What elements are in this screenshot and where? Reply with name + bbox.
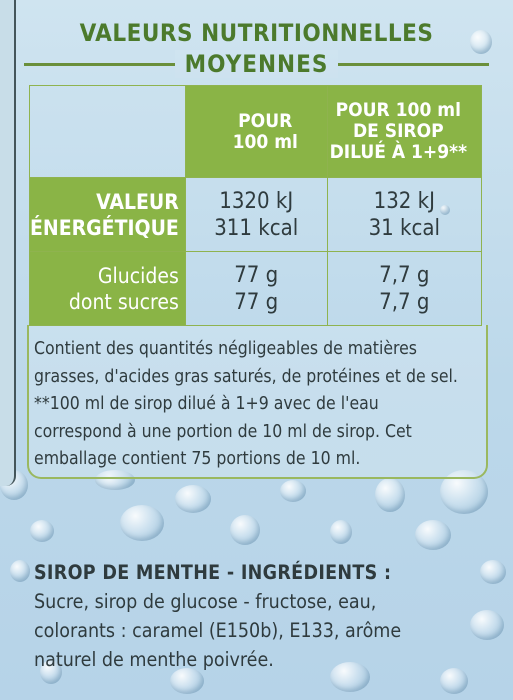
note-line: **100 ml de sirop dilué à 1+9 avec de l'… <box>34 394 379 414</box>
ingredients-line: Sucre, sirop de glucose - fructose, eau, <box>34 590 377 613</box>
cell-energy-100ml: 1320 kJ 311 kcal <box>184 177 328 252</box>
nutrition-notes: Contient des quantités négligeables de m… <box>34 336 482 474</box>
subtitle-row: MOYENNES <box>24 50 489 80</box>
note-line: emballage contient 75 portions de 10 ml. <box>34 449 361 469</box>
row-label-sugars: Glucides dont sucres <box>29 251 186 326</box>
note-line: Contient des quantités négligeables de m… <box>34 339 417 359</box>
note-line: correspond à une portion de 10 ml de sir… <box>34 421 412 442</box>
note-line: grasses, d'acides gras saturés, de proté… <box>34 366 458 387</box>
cell-sugars-diluted: 7,7 g 7,7 g <box>326 251 483 326</box>
label-subtitle: MOYENNES <box>24 50 489 78</box>
column-header-per-100ml: POUR 100 ml <box>184 85 328 178</box>
row-label-energy: VALEUR ÉNERGÉTIQUE <box>29 177 186 252</box>
table-corner <box>29 85 186 178</box>
nutrition-table: POUR 100 ml POUR 100 ml DE SIROP DILUÉ À… <box>29 85 483 326</box>
cell-sugars-100ml: 77 g 77 g <box>184 251 328 326</box>
cell-energy-diluted: 132 kJ 31 kcal <box>326 177 483 252</box>
ingredients-block: SIROP DE MENTHE - INGRÉDIENTS : Sucre, s… <box>34 558 494 674</box>
label-title: VALEURS NUTRITIONNELLES <box>79 19 434 47</box>
column-header-diluted: POUR 100 ml DE SIROP DILUÉ À 1+9** <box>326 85 483 178</box>
package-edge <box>0 0 16 486</box>
ingredients-line: naturel de menthe poivrée. <box>34 648 274 671</box>
ingredients-heading: SIROP DE MENTHE - INGRÉDIENTS : <box>34 561 392 584</box>
ingredients-line: colorants : caramel (E150b), E133, arôme <box>34 619 402 642</box>
